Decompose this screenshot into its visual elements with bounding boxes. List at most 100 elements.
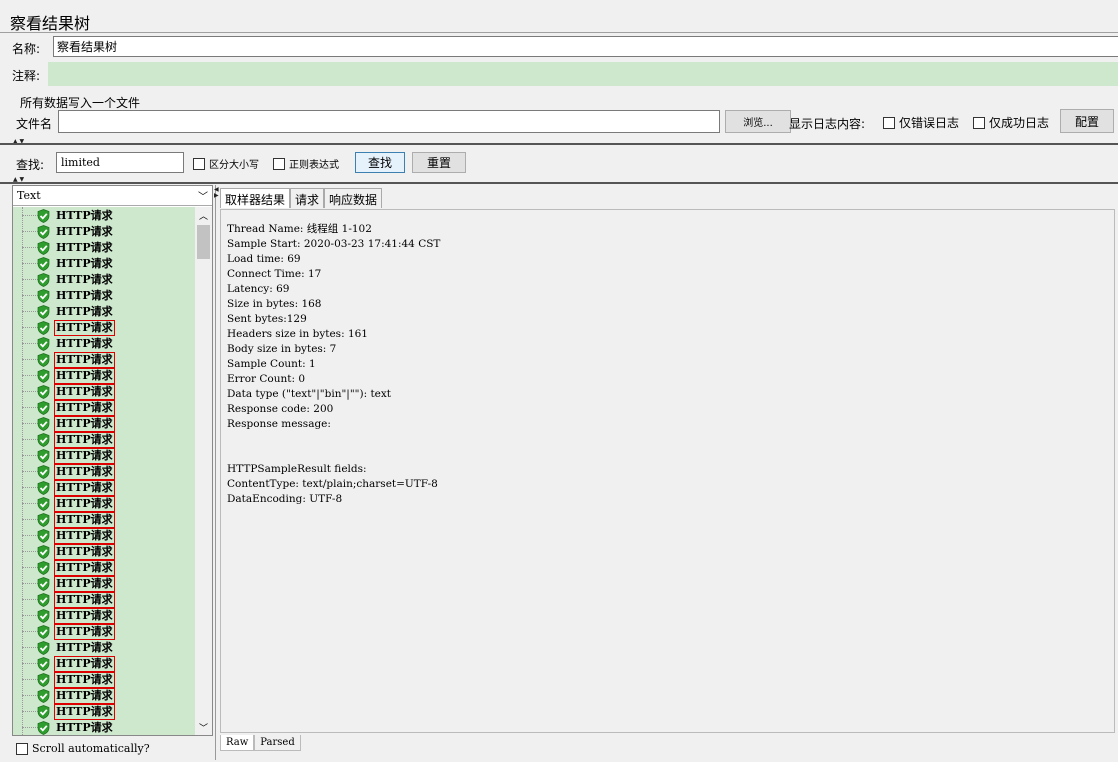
checkbox-box[interactable] bbox=[273, 157, 285, 170]
splitter-arrows-icon[interactable]: ◀ ▶ bbox=[214, 187, 219, 199]
tree-item[interactable]: HTTP请求 bbox=[13, 272, 195, 288]
browse-button[interactable]: 浏览... bbox=[725, 110, 791, 133]
scroll-automatically-checkbox[interactable]: Scroll automatically? bbox=[16, 742, 150, 755]
tree-item[interactable]: HTTP请求 bbox=[13, 624, 195, 640]
tree-item[interactable]: HTTP请求 bbox=[13, 688, 195, 704]
tree-item[interactable]: HTTP请求 bbox=[13, 320, 195, 336]
tree-item[interactable]: HTTP请求 bbox=[13, 608, 195, 624]
tree-item-label[interactable]: HTTP请求 bbox=[54, 656, 115, 672]
tree-item-label[interactable]: HTTP请求 bbox=[54, 688, 115, 704]
tree-item-label[interactable]: HTTP请求 bbox=[56, 641, 113, 655]
tree-item[interactable]: HTTP请求 bbox=[13, 672, 195, 688]
tree-item[interactable]: HTTP请求 bbox=[13, 544, 195, 560]
tree-item-label[interactable]: HTTP请求 bbox=[56, 337, 113, 351]
checkbox-box[interactable] bbox=[16, 742, 28, 755]
tree-item-label[interactable]: HTTP请求 bbox=[54, 624, 115, 640]
tree-item[interactable]: HTTP请求 bbox=[13, 720, 195, 735]
tree-item-label[interactable]: HTTP请求 bbox=[54, 608, 115, 624]
tree-item-label[interactable]: HTTP请求 bbox=[56, 305, 113, 319]
sampler-result-text[interactable]: Thread Name: 线程组 1-102 Sample Start: 2020… bbox=[227, 222, 440, 507]
tree-item-label[interactable]: HTTP请求 bbox=[54, 384, 115, 400]
tree-item[interactable]: HTTP请求 bbox=[13, 240, 195, 256]
tree-item[interactable]: HTTP请求 bbox=[13, 512, 195, 528]
tab-request[interactable]: 请求 bbox=[290, 188, 325, 208]
chevron-down-icon[interactable]: ﹀ bbox=[198, 188, 208, 203]
tree-item[interactable]: HTTP请求 bbox=[13, 224, 195, 240]
tree-item-label[interactable]: HTTP请求 bbox=[54, 528, 115, 544]
reset-button[interactable]: 重置 bbox=[412, 152, 466, 173]
checkbox-box[interactable] bbox=[883, 116, 895, 129]
filename-input[interactable] bbox=[58, 110, 720, 133]
tree-item[interactable]: HTTP请求 bbox=[13, 256, 195, 272]
tree-item-label[interactable]: HTTP请求 bbox=[56, 273, 113, 287]
tree-scrollbar[interactable]: ︿ ﹀ bbox=[195, 207, 212, 735]
tree-item[interactable]: HTTP请求 bbox=[13, 480, 195, 496]
tree-item-label[interactable]: HTTP请求 bbox=[54, 432, 115, 448]
tree-item-label[interactable]: HTTP请求 bbox=[56, 289, 113, 303]
tree-item-label[interactable]: HTTP请求 bbox=[54, 496, 115, 512]
tab-response-data[interactable]: 响应数据 bbox=[324, 188, 383, 208]
tree-item-label[interactable]: HTTP请求 bbox=[54, 480, 115, 496]
tree-item[interactable]: HTTP请求 bbox=[13, 592, 195, 608]
checkbox-box[interactable] bbox=[973, 116, 985, 129]
tree-item[interactable]: HTTP请求 bbox=[13, 416, 195, 432]
tree-item-label[interactable]: HTTP请求 bbox=[54, 416, 115, 432]
tree-item[interactable]: HTTP请求 bbox=[13, 448, 195, 464]
scroll-up-icon[interactable]: ︿ bbox=[199, 209, 208, 222]
tree-item-label[interactable]: HTTP请求 bbox=[54, 320, 115, 336]
tree-item[interactable]: HTTP请求 bbox=[13, 496, 195, 512]
scrollbar-thumb[interactable] bbox=[197, 225, 210, 259]
vertical-splitter[interactable] bbox=[215, 185, 216, 760]
tree-item[interactable]: HTTP请求 bbox=[13, 576, 195, 592]
tree-item[interactable]: HTTP请求 bbox=[13, 288, 195, 304]
comment-field[interactable] bbox=[48, 62, 1118, 86]
tree-item[interactable]: HTTP请求 bbox=[13, 336, 195, 352]
tree-item[interactable]: HTTP请求 bbox=[13, 528, 195, 544]
tree-item-label[interactable]: HTTP请求 bbox=[54, 672, 115, 688]
tree-item-label[interactable]: HTTP请求 bbox=[54, 448, 115, 464]
tree-item[interactable]: HTTP请求 bbox=[13, 384, 195, 400]
tree-item[interactable]: HTTP请求 bbox=[13, 464, 195, 480]
splitter-divider[interactable] bbox=[0, 182, 1118, 184]
checkbox-box[interactable] bbox=[193, 157, 205, 170]
tree-item[interactable]: HTTP请求 bbox=[13, 704, 195, 720]
tree-item-label[interactable]: HTTP请求 bbox=[56, 257, 113, 271]
tree-item-label[interactable]: HTTP请求 bbox=[54, 704, 115, 720]
results-tree[interactable]: HTTP请求 HTTP请求 HTTP请求 HTTP请求 HTTP请求 HTTP请求 HTTP… bbox=[13, 207, 195, 735]
tree-item-label[interactable]: HTTP请求 bbox=[54, 352, 115, 368]
success-only-checkbox[interactable]: 仅成功日志 bbox=[973, 114, 1049, 131]
tree-item-label[interactable]: HTTP请求 bbox=[54, 368, 115, 384]
tree-item-label[interactable]: HTTP请求 bbox=[54, 592, 115, 608]
tree-item-label[interactable]: HTTP请求 bbox=[54, 400, 115, 416]
tab-sampler-result[interactable]: 取样器结果 bbox=[220, 188, 291, 208]
configure-button[interactable]: 配置 bbox=[1060, 109, 1114, 133]
tree-item[interactable]: HTTP请求 bbox=[13, 400, 195, 416]
tree-item[interactable]: HTTP请求 bbox=[13, 560, 195, 576]
search-input[interactable] bbox=[56, 152, 184, 173]
case-sensitive-checkbox[interactable]: 区分大小写 bbox=[193, 156, 259, 171]
tree-item[interactable]: HTTP请求 bbox=[13, 640, 195, 656]
errors-only-checkbox[interactable]: 仅错误日志 bbox=[883, 114, 959, 131]
tree-item[interactable]: HTTP请求 bbox=[13, 304, 195, 320]
tree-item-label[interactable]: HTTP请求 bbox=[56, 225, 113, 239]
tree-item[interactable]: HTTP请求 bbox=[13, 432, 195, 448]
tab-parsed[interactable]: Parsed bbox=[254, 735, 301, 751]
tab-raw[interactable]: Raw bbox=[220, 735, 255, 751]
tree-item[interactable]: HTTP请求 bbox=[13, 656, 195, 672]
tree-item[interactable]: HTTP请求 bbox=[13, 208, 195, 224]
tree-item-label[interactable]: HTTP请求 bbox=[54, 544, 115, 560]
tree-item-label[interactable]: HTTP请求 bbox=[56, 209, 113, 223]
scroll-down-icon[interactable]: ﹀ bbox=[199, 721, 208, 734]
regex-checkbox[interactable]: 正则表达式 bbox=[273, 156, 339, 171]
tree-item[interactable]: HTTP请求 bbox=[13, 352, 195, 368]
renderer-select[interactable]: Text ﹀ bbox=[13, 186, 212, 206]
tree-item-label[interactable]: HTTP请求 bbox=[54, 512, 115, 528]
name-input[interactable] bbox=[53, 36, 1118, 57]
splitter-divider[interactable] bbox=[0, 143, 1118, 145]
tree-item-label[interactable]: HTTP请求 bbox=[56, 241, 113, 255]
tree-item-label[interactable]: HTTP请求 bbox=[54, 576, 115, 592]
tree-item[interactable]: HTTP请求 bbox=[13, 368, 195, 384]
tree-item-label[interactable]: HTTP请求 bbox=[54, 464, 115, 480]
find-button[interactable]: 查找 bbox=[355, 152, 405, 173]
tree-item-label[interactable]: HTTP请求 bbox=[56, 721, 113, 735]
